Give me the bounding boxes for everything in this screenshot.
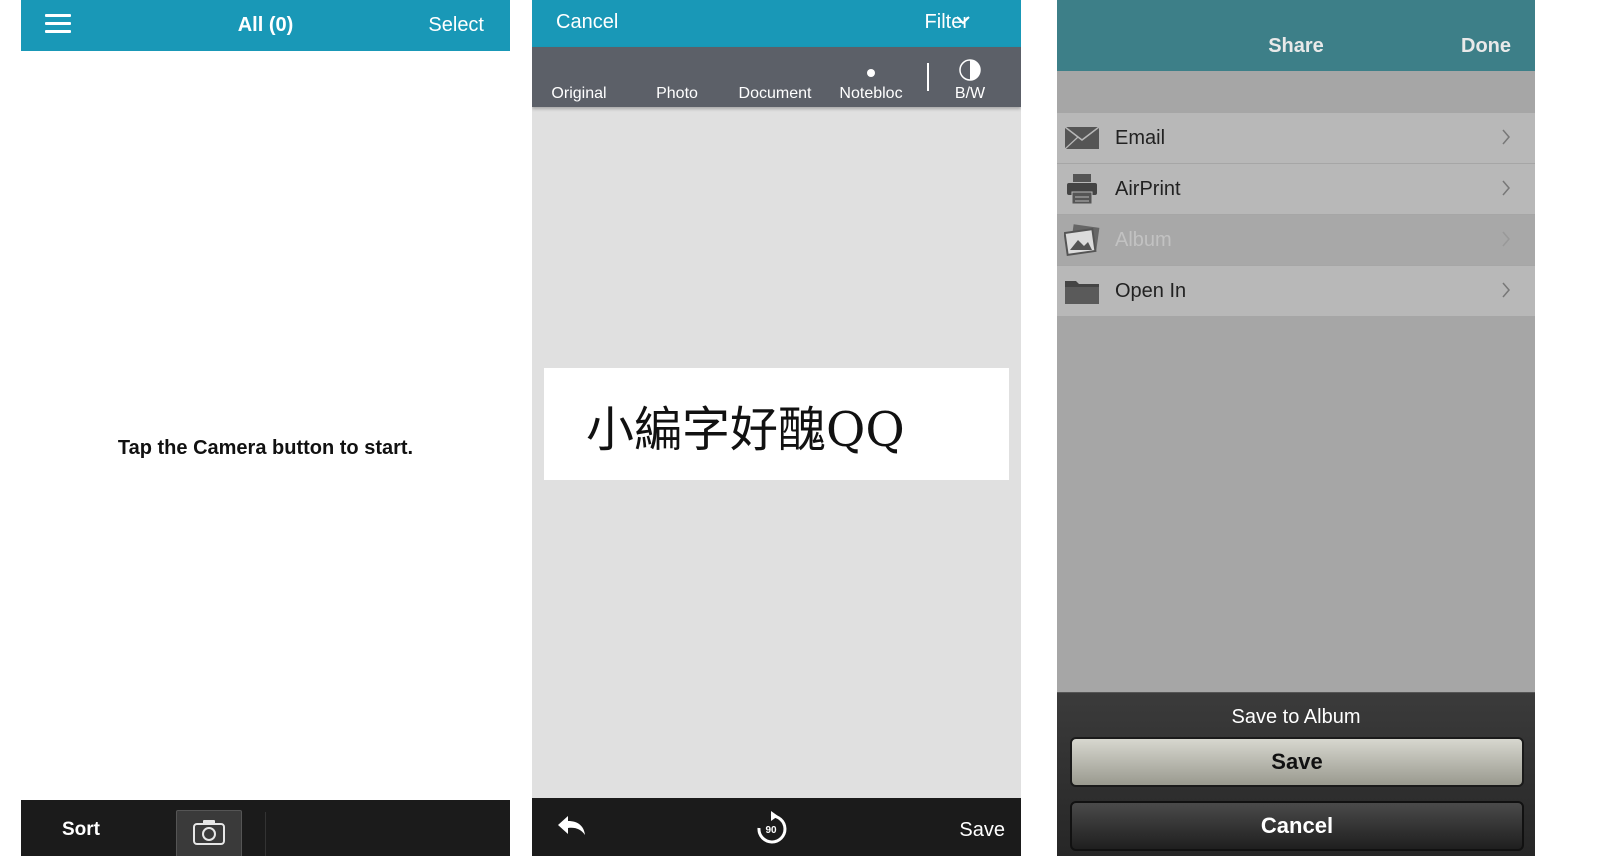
share-option-album[interactable]: Album xyxy=(1057,215,1535,265)
filter-original[interactable]: Original xyxy=(551,85,606,103)
filter-document[interactable]: Document xyxy=(739,85,812,103)
document-list-screen: All (0) Select Tap the Camera button to … xyxy=(21,0,510,856)
folder-icon xyxy=(1065,281,1099,304)
top-nav-bar: All (0) Select xyxy=(21,0,510,51)
chevron-right-icon xyxy=(1502,129,1510,145)
envelope-icon xyxy=(1064,126,1100,150)
save-button[interactable]: Save xyxy=(959,819,1005,842)
chevron-right-icon xyxy=(1502,180,1510,196)
done-button[interactable]: Done xyxy=(1461,35,1511,58)
svg-text:小編字好醜QQ: 小編字好醜QQ xyxy=(586,402,905,458)
filter-options-bar: Original Photo Document Notebloc B/W xyxy=(532,47,1021,107)
svg-text:90: 90 xyxy=(765,825,777,836)
share-option-label: Open In xyxy=(1115,280,1187,302)
photo-album-icon xyxy=(1064,224,1100,256)
selected-indicator xyxy=(867,69,875,77)
share-screen: Share Done Email AirPrint Album Open In … xyxy=(1057,0,1535,856)
top-nav-bar: Cancel Filter xyxy=(532,0,1021,47)
empty-state-message: Tap the Camera button to start. xyxy=(117,437,414,459)
bottom-toolbar: Sort xyxy=(21,800,510,856)
bottom-toolbar: 90 Save xyxy=(532,798,1021,856)
printer-icon xyxy=(1067,174,1097,205)
sort-button[interactable]: Sort xyxy=(62,819,100,841)
contrast-icon[interactable] xyxy=(959,59,981,81)
chevron-right-icon xyxy=(1502,282,1510,298)
camera-button[interactable] xyxy=(176,810,242,856)
share-option-label: AirPrint xyxy=(1115,178,1181,200)
undo-icon[interactable] xyxy=(555,812,587,840)
handwriting-image: 小編字好醜QQ xyxy=(586,402,905,458)
save-action-sheet: Save to Album Save Cancel xyxy=(1057,692,1535,856)
save-button[interactable]: Save xyxy=(1070,737,1524,787)
rotate-90-icon[interactable]: 90 xyxy=(754,811,788,847)
scanned-document-preview: 小編字好醜QQ xyxy=(544,368,1009,480)
filter-divider xyxy=(927,63,929,91)
camera-icon xyxy=(193,820,225,845)
cancel-button[interactable]: Cancel xyxy=(1070,801,1524,851)
action-sheet-title: Save to Album xyxy=(1231,706,1361,728)
share-option-label: Email xyxy=(1115,127,1166,149)
cancel-button[interactable]: Cancel xyxy=(556,11,618,34)
filter-photo[interactable]: Photo xyxy=(656,85,698,103)
chevron-down-icon[interactable] xyxy=(955,14,971,26)
chevron-right-icon xyxy=(1502,231,1510,247)
share-option-email[interactable]: Email xyxy=(1057,113,1535,163)
filter-notebloc[interactable]: Notebloc xyxy=(839,85,902,103)
top-nav-bar: Share Done xyxy=(1057,0,1535,71)
share-option-airprint[interactable]: AirPrint xyxy=(1057,164,1535,214)
filter-editor-screen: Cancel Filter Original Photo Document No… xyxy=(532,0,1021,856)
toolbar-divider xyxy=(265,812,266,856)
share-option-open-in[interactable]: Open In xyxy=(1057,266,1535,316)
share-option-label: Album xyxy=(1115,229,1172,251)
select-button[interactable]: Select xyxy=(428,14,484,37)
filter-bw[interactable]: B/W xyxy=(955,85,985,103)
